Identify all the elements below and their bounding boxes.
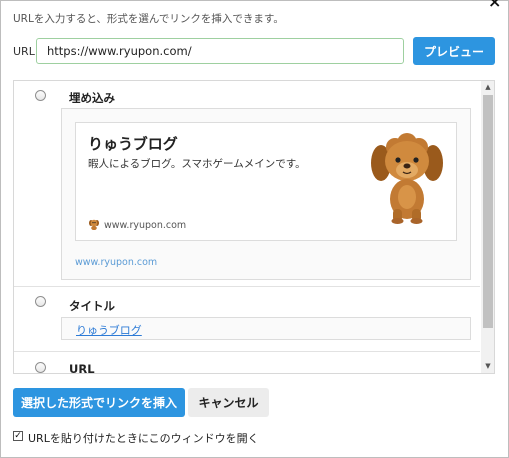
url-input[interactable] — [36, 38, 404, 64]
scrollbar[interactable]: ▲ ▼ — [481, 81, 494, 373]
scroll-thumb[interactable] — [483, 95, 493, 328]
option-divider — [14, 351, 480, 352]
insert-link-button[interactable]: 選択した形式でリンクを挿入 — [13, 388, 185, 417]
card-domain: www.ryupon.com — [104, 220, 187, 231]
instruction-text: URLを入力すると、形式を選んでリンクを挿入できます。 — [13, 13, 284, 25]
card-title: りゅうブログ — [88, 135, 178, 153]
preview-button[interactable]: プレビュー — [413, 37, 495, 65]
dog-favicon-icon — [89, 219, 99, 230]
embed-card[interactable]: りゅうブログ 暇人によるブログ。スマホゲームメインです。 www.ryupon.… — [75, 122, 457, 241]
open-on-paste-checkbox[interactable]: ✓ — [13, 431, 23, 441]
embed-preview: りゅうブログ 暇人によるブログ。スマホゲームメインです。 www.ryupon.… — [61, 108, 471, 280]
title-link[interactable]: りゅうブログ — [76, 322, 142, 338]
cancel-button[interactable]: キャンセル — [188, 388, 269, 417]
option-divider — [14, 286, 480, 287]
close-icon[interactable]: × — [488, 0, 501, 10]
check-icon: ✓ — [14, 431, 22, 441]
link-format-options: 埋め込み りゅうブログ 暇人によるブログ。スマホゲームメインです。 www.ry… — [13, 80, 495, 374]
radio-title[interactable] — [35, 296, 46, 307]
card-description: 暇人によるブログ。スマホゲームメインです。 — [88, 158, 306, 170]
embed-url-text: www.ryupon.com — [75, 257, 158, 268]
title-preview: りゅうブログ — [61, 317, 471, 340]
open-on-paste-label: URLを貼り付けたときにこのウィンドウを開く — [28, 432, 259, 445]
radio-embed[interactable] — [35, 90, 46, 101]
option-label-embed: 埋め込み — [69, 91, 115, 105]
radio-url[interactable] — [35, 362, 46, 373]
option-label-url: URL — [69, 362, 95, 374]
scroll-down-icon[interactable]: ▼ — [481, 360, 494, 373]
url-label: URL — [13, 45, 35, 58]
option-label-title: タイトル — [69, 299, 115, 313]
dog-icon — [371, 133, 443, 224]
scroll-up-icon[interactable]: ▲ — [481, 81, 494, 94]
